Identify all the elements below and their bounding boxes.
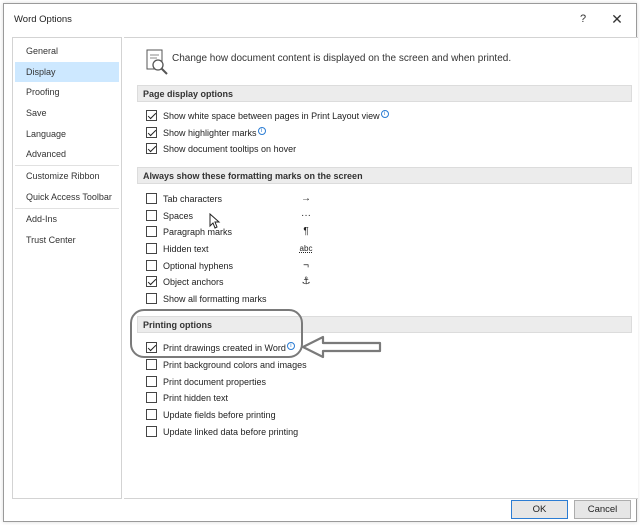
option-label: Show all formatting marks (163, 294, 267, 304)
checkbox[interactable] (146, 293, 157, 304)
cancel-button[interactable]: Cancel (574, 500, 631, 519)
info-icon[interactable]: i (257, 127, 266, 135)
sidebar-item-advanced[interactable]: Advanced (15, 144, 119, 164)
paragraph-mark-icon: ¶ (303, 226, 309, 237)
annotation-oval (130, 309, 303, 358)
section-formatting-marks: Always show these formatting marks on th… (137, 167, 632, 184)
option-label: Show document tooltips on hover (163, 144, 297, 154)
checkbox[interactable] (146, 143, 157, 154)
display-options-panel: Change how document content is displayed… (124, 37, 638, 499)
checkbox[interactable] (146, 193, 157, 204)
dialog-title: Word Options (14, 14, 72, 25)
sidebar-item-save[interactable]: Save (15, 103, 119, 123)
checkbox[interactable] (146, 392, 157, 403)
mouse-pointer-icon (209, 213, 221, 229)
option-label: Update fields before printing (163, 410, 276, 420)
sidebar-item-display[interactable]: Display (15, 62, 119, 82)
sidebar-item-customize-ribbon[interactable]: Customize Ribbon (15, 166, 119, 186)
option-label: Spaces (163, 211, 194, 221)
section-page-display-options: Page display options (137, 85, 632, 102)
checkbox[interactable] (146, 359, 157, 370)
sidebar-item-trust-center[interactable]: Trust Center (15, 230, 119, 250)
checkbox[interactable] (146, 426, 157, 437)
option-label: Print document properties (163, 377, 267, 387)
word-options-dialog: Word Options ? ✕ General Display Proofin… (3, 3, 638, 522)
sidebar-item-general[interactable]: General (15, 41, 119, 61)
option-label: Show white space between pages in Print … (163, 111, 380, 121)
option-label: Show highlighter marks (163, 128, 257, 138)
ok-button[interactable]: OK (511, 500, 568, 519)
option-label: Paragraph marks (163, 227, 233, 237)
info-icon[interactable]: i (380, 110, 389, 118)
optional-hyphen-mark-icon: ¬ (303, 260, 309, 271)
hidden-text-mark-icon: abc (299, 244, 313, 253)
sidebar-item-proofing[interactable]: Proofing (15, 82, 119, 102)
checkbox[interactable] (146, 110, 157, 121)
anchor-icon: ⚓ (301, 276, 311, 287)
checkbox[interactable] (146, 210, 157, 221)
checkbox[interactable] (146, 243, 157, 254)
option-label: Print background colors and images (163, 360, 307, 370)
option-label: Hidden text (163, 244, 209, 254)
display-magnifier-icon (146, 49, 168, 75)
checkbox[interactable] (146, 226, 157, 237)
option-label: Tab characters (163, 194, 223, 204)
annotation-arrow-icon (301, 335, 382, 359)
space-mark-icon: ··· (301, 210, 311, 221)
title-bar: Word Options ? ✕ (4, 4, 636, 34)
sidebar-item-language[interactable]: Language (15, 124, 119, 144)
checkbox[interactable] (146, 409, 157, 420)
help-button[interactable]: ? (575, 10, 591, 28)
panel-description: Change how document content is displayed… (172, 53, 512, 64)
option-label: Update linked data before printing (163, 427, 299, 437)
sidebar-item-add-ins[interactable]: Add-Ins (15, 209, 119, 229)
checkbox[interactable] (146, 260, 157, 271)
checkbox[interactable] (146, 127, 157, 138)
option-label: Print hidden text (163, 393, 229, 403)
tab-mark-icon: → (301, 193, 311, 204)
checkbox[interactable] (146, 276, 157, 287)
sidebar-item-quick-access-toolbar[interactable]: Quick Access Toolbar (15, 187, 119, 207)
option-label: Optional hyphens (163, 261, 234, 271)
close-button[interactable]: ✕ (608, 10, 626, 28)
option-label: Object anchors (163, 277, 224, 287)
checkbox[interactable] (146, 376, 157, 387)
options-sidebar: General Display Proofing Save Language A… (12, 37, 122, 499)
